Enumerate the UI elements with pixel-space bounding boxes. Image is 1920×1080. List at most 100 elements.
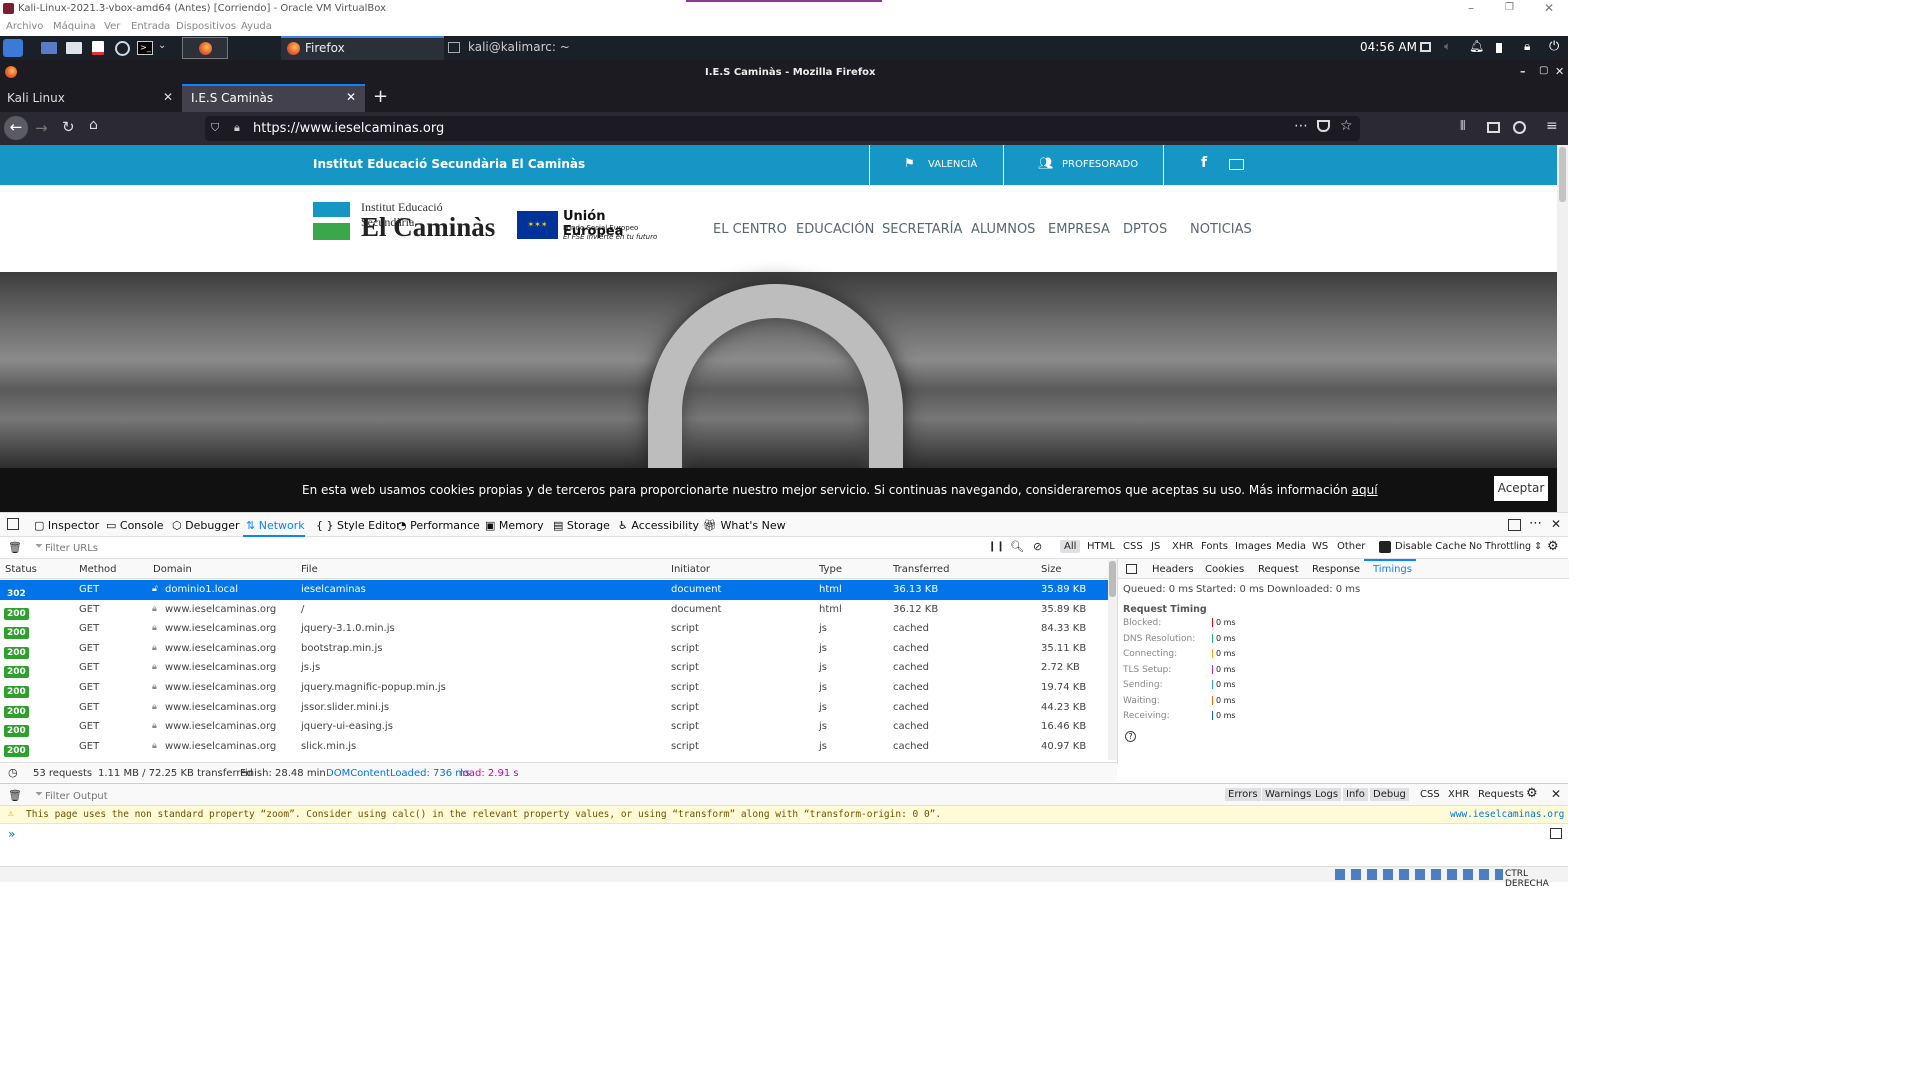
col-transferred[interactable]: Transferred (893, 564, 949, 575)
tab-performance[interactable]: ◔ Performance (397, 519, 480, 532)
close-devtools-icon[interactable]: ✕ (1551, 517, 1561, 531)
tab-response[interactable]: Response (1312, 564, 1360, 575)
monitor-icon[interactable] (1420, 42, 1431, 52)
tab-headers[interactable]: Headers (1152, 564, 1194, 575)
mail-icon[interactable] (1229, 159, 1244, 170)
filter-fonts[interactable]: Fonts (1201, 541, 1228, 552)
tab-style-editor[interactable]: { } Style Editor (316, 519, 401, 532)
table-row[interactable]: 302 GET 🔓︎ dominio1.local ieselcaminas d… (0, 580, 1108, 600)
level-warnings[interactable]: Warnings (1262, 788, 1315, 801)
warning-source-link[interactable]: www.ieselcaminas.org (1450, 809, 1564, 820)
account-icon[interactable] (1513, 121, 1526, 134)
nav-dptos[interactable]: DPTOS (1123, 222, 1167, 237)
new-tab-button[interactable]: + (373, 86, 388, 107)
console-filter-xhr[interactable]: XHR (1448, 789, 1469, 800)
filter-xhr[interactable]: XHR (1172, 541, 1193, 552)
volume-icon[interactable]: 🔈︎ (1444, 39, 1451, 54)
bell-icon[interactable]: 🔔︎ (1469, 39, 1484, 53)
tab-close-icon[interactable]: ✕ (163, 90, 173, 104)
site-logo[interactable]: Institut Educació Secundària El Caminàs (313, 200, 498, 245)
reload-button[interactable]: ↻ (62, 118, 75, 136)
filter-media[interactable]: Media (1276, 541, 1306, 552)
editor-toggle-icon[interactable] (1550, 828, 1562, 839)
tab-inspector[interactable]: ▢ Inspector (34, 519, 99, 532)
col-initiator[interactable]: Initiator (671, 564, 710, 575)
url-bar[interactable]: ⛉ 🔒︎ https://www.ieselcaminas.org ⋯ ☆ (205, 116, 1360, 141)
show-desktop-icon[interactable] (41, 42, 57, 54)
toggle-panel-icon[interactable] (1126, 564, 1137, 574)
table-row[interactable]: 200 GET 🔒︎ www.ieselcaminas.org slick.mi… (0, 737, 1108, 757)
shield-icon[interactable]: ⛉ (211, 121, 219, 135)
filter-all[interactable]: All (1060, 540, 1081, 553)
kali-menu-icon[interactable] (3, 39, 23, 57)
help-icon[interactable]: ? (1125, 731, 1136, 742)
taskbar-item-terminal[interactable]: kali@kalimarc: ~ (444, 36, 644, 60)
col-status[interactable]: Status (5, 564, 37, 575)
level-debug[interactable]: Debug (1370, 788, 1409, 801)
tab-cookies[interactable]: Cookies (1205, 564, 1244, 575)
settings-gear-icon[interactable]: ⚙ (1547, 539, 1559, 554)
tab-storage[interactable]: ▤ Storage (553, 519, 610, 532)
nav-empresa[interactable]: EMPRESA (1048, 222, 1110, 237)
terminal-icon[interactable]: >_ (137, 41, 153, 55)
library-icon[interactable]: ⫴ (1460, 119, 1465, 134)
sidebar-icon[interactable] (1487, 122, 1500, 133)
restore-icon[interactable]: ❐ (1505, 2, 1514, 13)
forward-button[interactable]: → (35, 119, 48, 137)
filter-ws[interactable]: WS (1312, 541, 1328, 552)
bookmark-star-icon[interactable]: ☆ (1340, 118, 1353, 134)
firefox-launcher[interactable] (182, 37, 228, 59)
throttling-select[interactable]: No Throttling ⇕ (1469, 541, 1542, 552)
filter-css[interactable]: CSS (1123, 541, 1143, 552)
lock-icon[interactable]: 🔒︎ (1524, 39, 1530, 54)
pocket-icon[interactable] (1317, 120, 1330, 132)
nav-educacion[interactable]: EDUCACIÓN (796, 222, 874, 237)
power-icon[interactable]: ⏻ (1549, 39, 1559, 54)
tab-console[interactable]: ▭ Console (106, 519, 164, 532)
tab-kali-linux[interactable]: Kali Linux ✕ (0, 84, 182, 112)
col-type[interactable]: Type (819, 564, 842, 575)
console-input[interactable]: » (0, 824, 1568, 866)
cookie-accept-button[interactable]: Aceptar (1494, 476, 1548, 501)
tab-accessibility[interactable]: ♿︎ Accessibility (618, 519, 699, 532)
scrollbar-thumb[interactable] (1109, 561, 1116, 597)
table-row[interactable]: 200 GET 🔒︎ www.ieselcaminas.org js.js sc… (0, 658, 1108, 679)
tab-close-icon[interactable]: ✕ (346, 90, 356, 104)
maximize-icon[interactable]: ▢ (1539, 65, 1548, 76)
page-scrollbar[interactable] (1557, 145, 1568, 512)
tab-request[interactable]: Request (1258, 564, 1299, 575)
page-actions-icon[interactable]: ⋯ (1294, 118, 1308, 134)
trash-icon[interactable]: 🗑︎ (8, 541, 22, 554)
table-row[interactable]: 200 GET 🔒︎ www.ieselcaminas.org jssor.sl… (0, 698, 1108, 718)
level-errors[interactable]: Errors (1225, 788, 1261, 801)
topbar-valencia[interactable]: ⚑ VALENCIÀ (869, 145, 1004, 185)
browser-globe-icon[interactable] (115, 41, 130, 56)
site-topbar-title[interactable]: Institut Educació Secundària El Caminàs (313, 157, 585, 171)
element-picker-icon[interactable] (7, 518, 19, 530)
taskbar-item-firefox[interactable]: Firefox (281, 36, 444, 60)
console-filter-css[interactable]: CSS (1420, 789, 1440, 800)
hamburger-menu-icon[interactable]: ≡ (1546, 118, 1558, 134)
col-method[interactable]: Method (79, 564, 117, 575)
facebook-icon[interactable]: f (1201, 155, 1207, 171)
pause-icon[interactable]: ❙❙ (988, 541, 1005, 552)
filter-other[interactable]: Other (1337, 541, 1365, 552)
filter-output-input[interactable] (45, 788, 345, 804)
tab-whats-new[interactable]: 🎁︎ What's New (703, 519, 786, 532)
eu-logo[interactable]: ✶✶✶ Unión Europea Fondo Social Europeo E… (517, 209, 667, 243)
dock-icon[interactable] (1508, 519, 1521, 531)
block-icon[interactable]: ⊘ (1033, 540, 1042, 553)
menu-maquina[interactable]: Máquina (53, 21, 96, 32)
console-settings-gear-icon[interactable]: ⚙ (1526, 786, 1538, 801)
clock[interactable]: 04:56 AM (1360, 40, 1417, 54)
nav-noticias[interactable]: NOTICIAS (1190, 222, 1252, 237)
nav-secretaria[interactable]: SECRETARÍA (882, 222, 962, 237)
minimize-icon[interactable]: – (1520, 65, 1526, 78)
topbar-profesorado[interactable]: 👥︎ PROFESORADO (1004, 145, 1164, 185)
tab-ies-caminas[interactable]: I.E.S Caminàs ✕ (182, 84, 365, 112)
filter-urls-input[interactable] (45, 540, 345, 556)
tab-timings[interactable]: Timings (1373, 564, 1412, 575)
col-size[interactable]: Size (1041, 564, 1062, 575)
url-text[interactable]: https://www.ieselcaminas.org (253, 121, 444, 136)
nav-alumnos[interactable]: ALUMNOS (971, 222, 1035, 237)
